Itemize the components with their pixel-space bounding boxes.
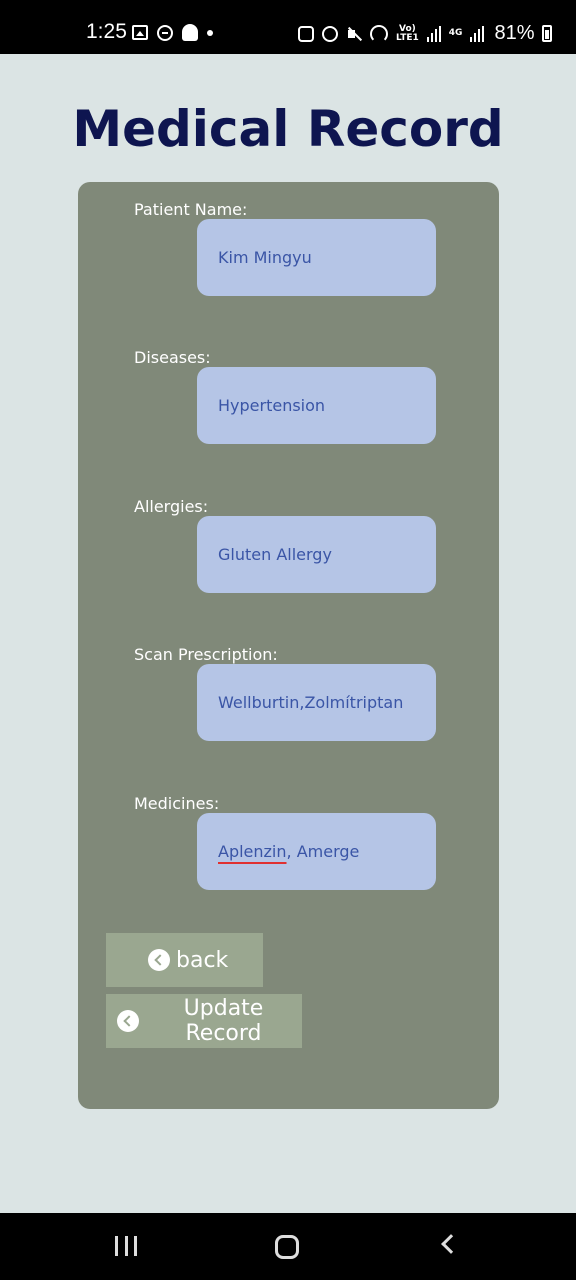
notification-dot-icon — [207, 29, 213, 36]
alarm-icon — [322, 25, 338, 42]
medicines-value-rest: , Amerge — [286, 842, 360, 861]
medicines-field[interactable]: Aplenzin, Amerge — [197, 813, 436, 890]
chevron-left-icon — [148, 949, 170, 971]
status-time: 1:25 — [86, 20, 127, 43]
signal-icon — [426, 25, 441, 42]
medicines-value: Aplenzin, Amerge — [218, 842, 359, 861]
patient-name-field[interactable]: Kim Mingyu — [197, 219, 436, 296]
battery-saver-icon — [298, 25, 314, 42]
patient-name-label: Patient Name: — [134, 200, 248, 219]
navigation-bar — [0, 1213, 576, 1280]
update-record-button[interactable]: Update Record — [106, 994, 302, 1048]
home-icon[interactable] — [275, 1235, 299, 1259]
back-button-label: back — [176, 947, 229, 973]
diseases-label: Diseases: — [134, 348, 211, 367]
status-right-icons: Vo) LTE1 4G 81% — [298, 22, 553, 45]
do-not-disturb-icon — [157, 24, 173, 41]
battery-icon — [542, 25, 553, 42]
back-button[interactable]: back — [106, 933, 263, 987]
scan-prescription-value: Wellburtin,Zolmítriptan — [218, 693, 404, 712]
snapchat-icon — [182, 24, 198, 41]
status-bar: 1:25 Vo) LTE1 4G 81% — [0, 0, 576, 54]
diseases-field[interactable]: Hypertension — [197, 367, 436, 444]
patient-name-value: Kim Mingyu — [218, 248, 312, 267]
gallery-icon — [132, 25, 148, 40]
allergies-value: Gluten Allergy — [218, 545, 332, 564]
medicines-label: Medicines: — [134, 794, 220, 813]
network-4g-label: 4G — [448, 28, 463, 38]
page-title: Medical Record — [72, 100, 504, 158]
update-record-button-label: Update Record — [183, 996, 264, 1046]
allergies-label: Allergies: — [134, 497, 209, 516]
volte-label: Vo) LTE1 — [396, 23, 419, 43]
medical-record-card: Patient Name: Kim Mingyu Diseases: Hyper… — [78, 182, 499, 1109]
scan-prescription-label: Scan Prescription: — [134, 645, 278, 664]
back-nav-icon[interactable] — [441, 1234, 461, 1254]
battery-percent: 81% — [494, 22, 535, 44]
recent-apps-icon[interactable] — [115, 1236, 137, 1256]
mute-icon — [346, 26, 362, 42]
signal-icon-2 — [470, 25, 485, 42]
status-left-icons — [132, 24, 213, 41]
allergies-field[interactable]: Gluten Allergy — [197, 516, 436, 593]
scan-prescription-field[interactable]: Wellburtin,Zolmítriptan — [197, 664, 436, 741]
diseases-value: Hypertension — [218, 396, 326, 415]
hotspot-icon — [370, 24, 388, 43]
chevron-left-icon — [117, 1010, 139, 1032]
medicines-misspelled-word: Aplenzin — [218, 842, 287, 861]
